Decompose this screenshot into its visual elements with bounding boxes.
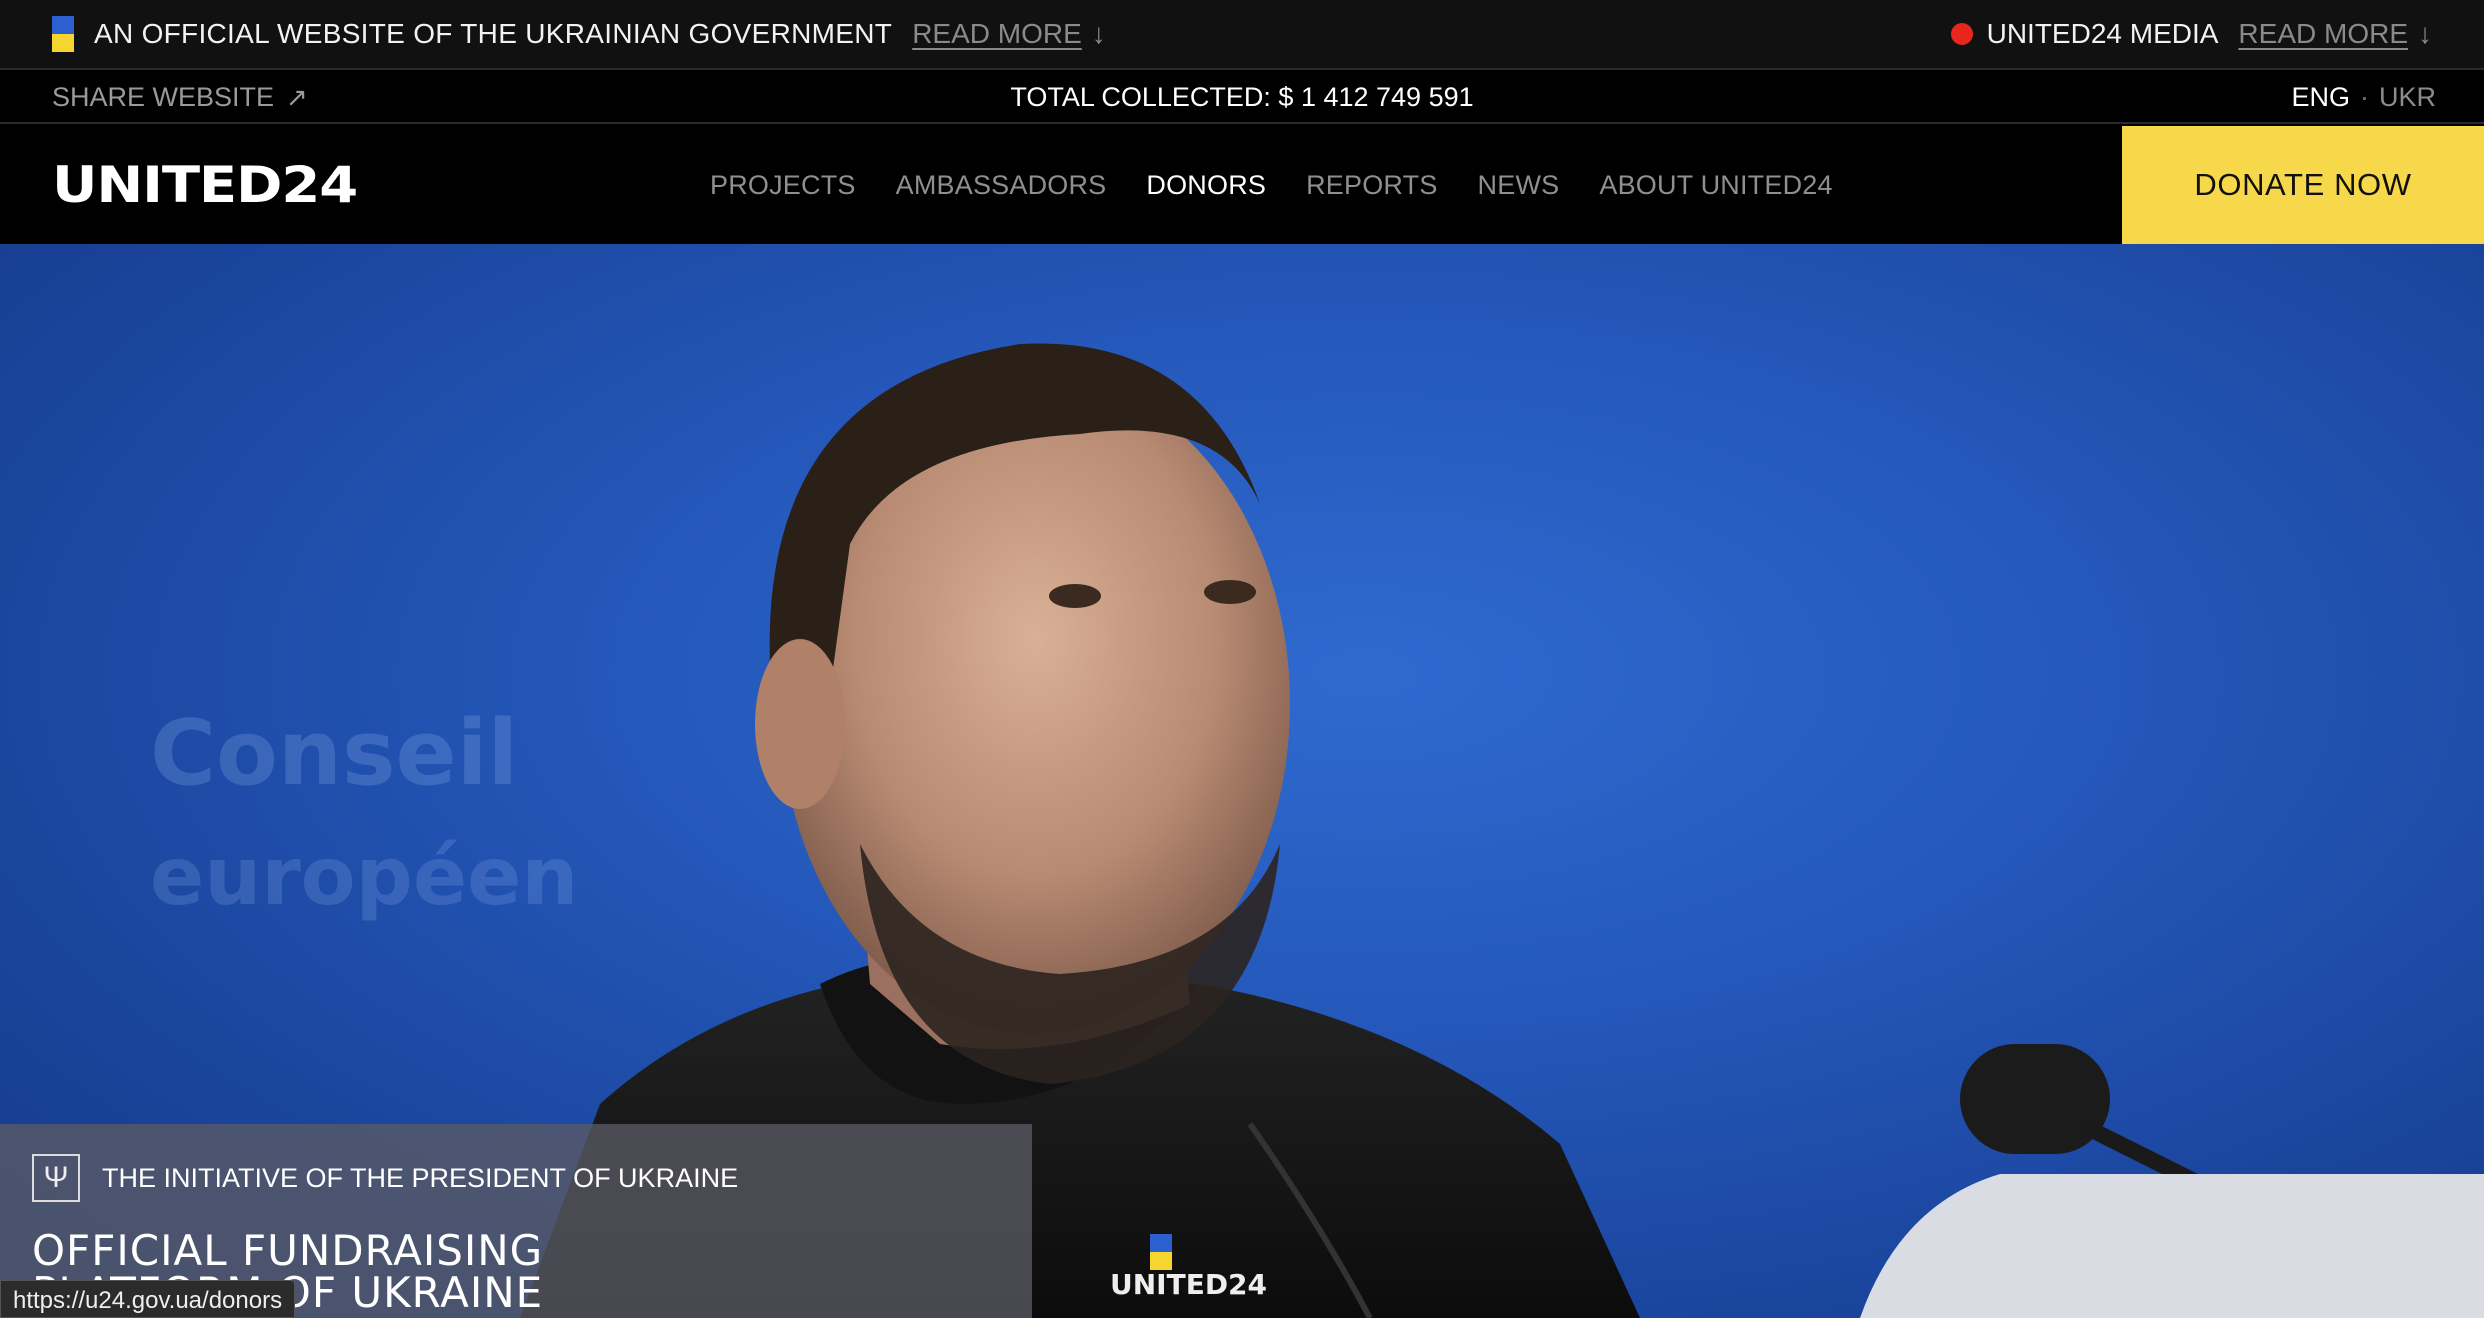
main-navigation: UNITED24 PROJECTS AMBASSADORS DONORS REP…: [0, 126, 2484, 244]
external-arrow-icon: ↗: [286, 81, 308, 112]
initiative-text: THE INITIATIVE OF THE PRESIDENT OF UKRAI…: [102, 1162, 739, 1193]
share-website-button[interactable]: SHARE WEBSITE ↗: [52, 82, 308, 113]
nav-links: PROJECTS AMBASSADORS DONORS REPORTS NEWS…: [710, 170, 1833, 201]
share-website-label: SHARE WEBSITE: [52, 81, 275, 112]
nav-about[interactable]: ABOUT UNITED24: [1599, 170, 1832, 201]
nav-reports[interactable]: REPORTS: [1306, 170, 1437, 201]
lang-separator: ·: [2359, 81, 2369, 112]
total-collected: TOTAL COLLECTED: $ 1 412 749 591: [1010, 81, 1474, 112]
united24-media-link[interactable]: UNITED24 MEDIA: [1987, 18, 2219, 50]
official-website-text: AN OFFICIAL WEBSITE OF THE UKRAINIAN GOV…: [94, 18, 893, 49]
hero-title-line1: OFFICIAL FUNDRAISING: [32, 1226, 544, 1275]
lang-eng[interactable]: ENG: [2291, 82, 2350, 113]
initiative-row: Ψ THE INITIATIVE OF THE PRESIDENT OF UKR…: [32, 1154, 1000, 1202]
donate-now-button[interactable]: DONATE NOW: [2122, 126, 2484, 244]
nav-ambassadors[interactable]: AMBASSADORS: [896, 170, 1107, 201]
svg-text:Conseil: Conseil: [150, 701, 518, 806]
live-dot-icon: [1950, 23, 1973, 45]
united24-logo[interactable]: UNITED24: [52, 156, 545, 214]
ukraine-flag-icon: [52, 16, 74, 52]
hero-section: Conseil européen UNITED24 Ψ THE INITIATI…: [0, 244, 2484, 1318]
media-read-more-link[interactable]: READ MORE: [2238, 18, 2408, 50]
nav-news[interactable]: NEWS: [1478, 170, 1560, 201]
svg-text:européen: européen: [150, 830, 578, 923]
total-collected-container: TOTAL COLLECTED: $ 1 412 749 591: [0, 82, 2484, 113]
trident-icon: Ψ: [32, 1154, 80, 1202]
read-more-link[interactable]: READ MORE: [912, 18, 1082, 50]
info-bar: SHARE WEBSITE ↗ TOTAL COLLECTED: $ 1 412…: [0, 72, 2484, 124]
official-government-bar: AN OFFICIAL WEBSITE OF THE UKRAINIAN GOV…: [0, 0, 2484, 70]
shirt-logo-text: UNITED24: [1110, 1268, 1267, 1301]
nav-donors[interactable]: DONORS: [1146, 170, 1266, 201]
media-arrow-down-icon[interactable]: ↓: [2418, 18, 2432, 50]
status-bar-url: https://u24.gov.ua/donors: [0, 1280, 296, 1318]
lang-ukr[interactable]: UKR: [2379, 82, 2436, 113]
arrow-down-icon[interactable]: ↓: [1092, 18, 1106, 50]
language-switcher: ENG · UKR: [2291, 82, 2436, 113]
nav-projects[interactable]: PROJECTS: [710, 170, 856, 201]
